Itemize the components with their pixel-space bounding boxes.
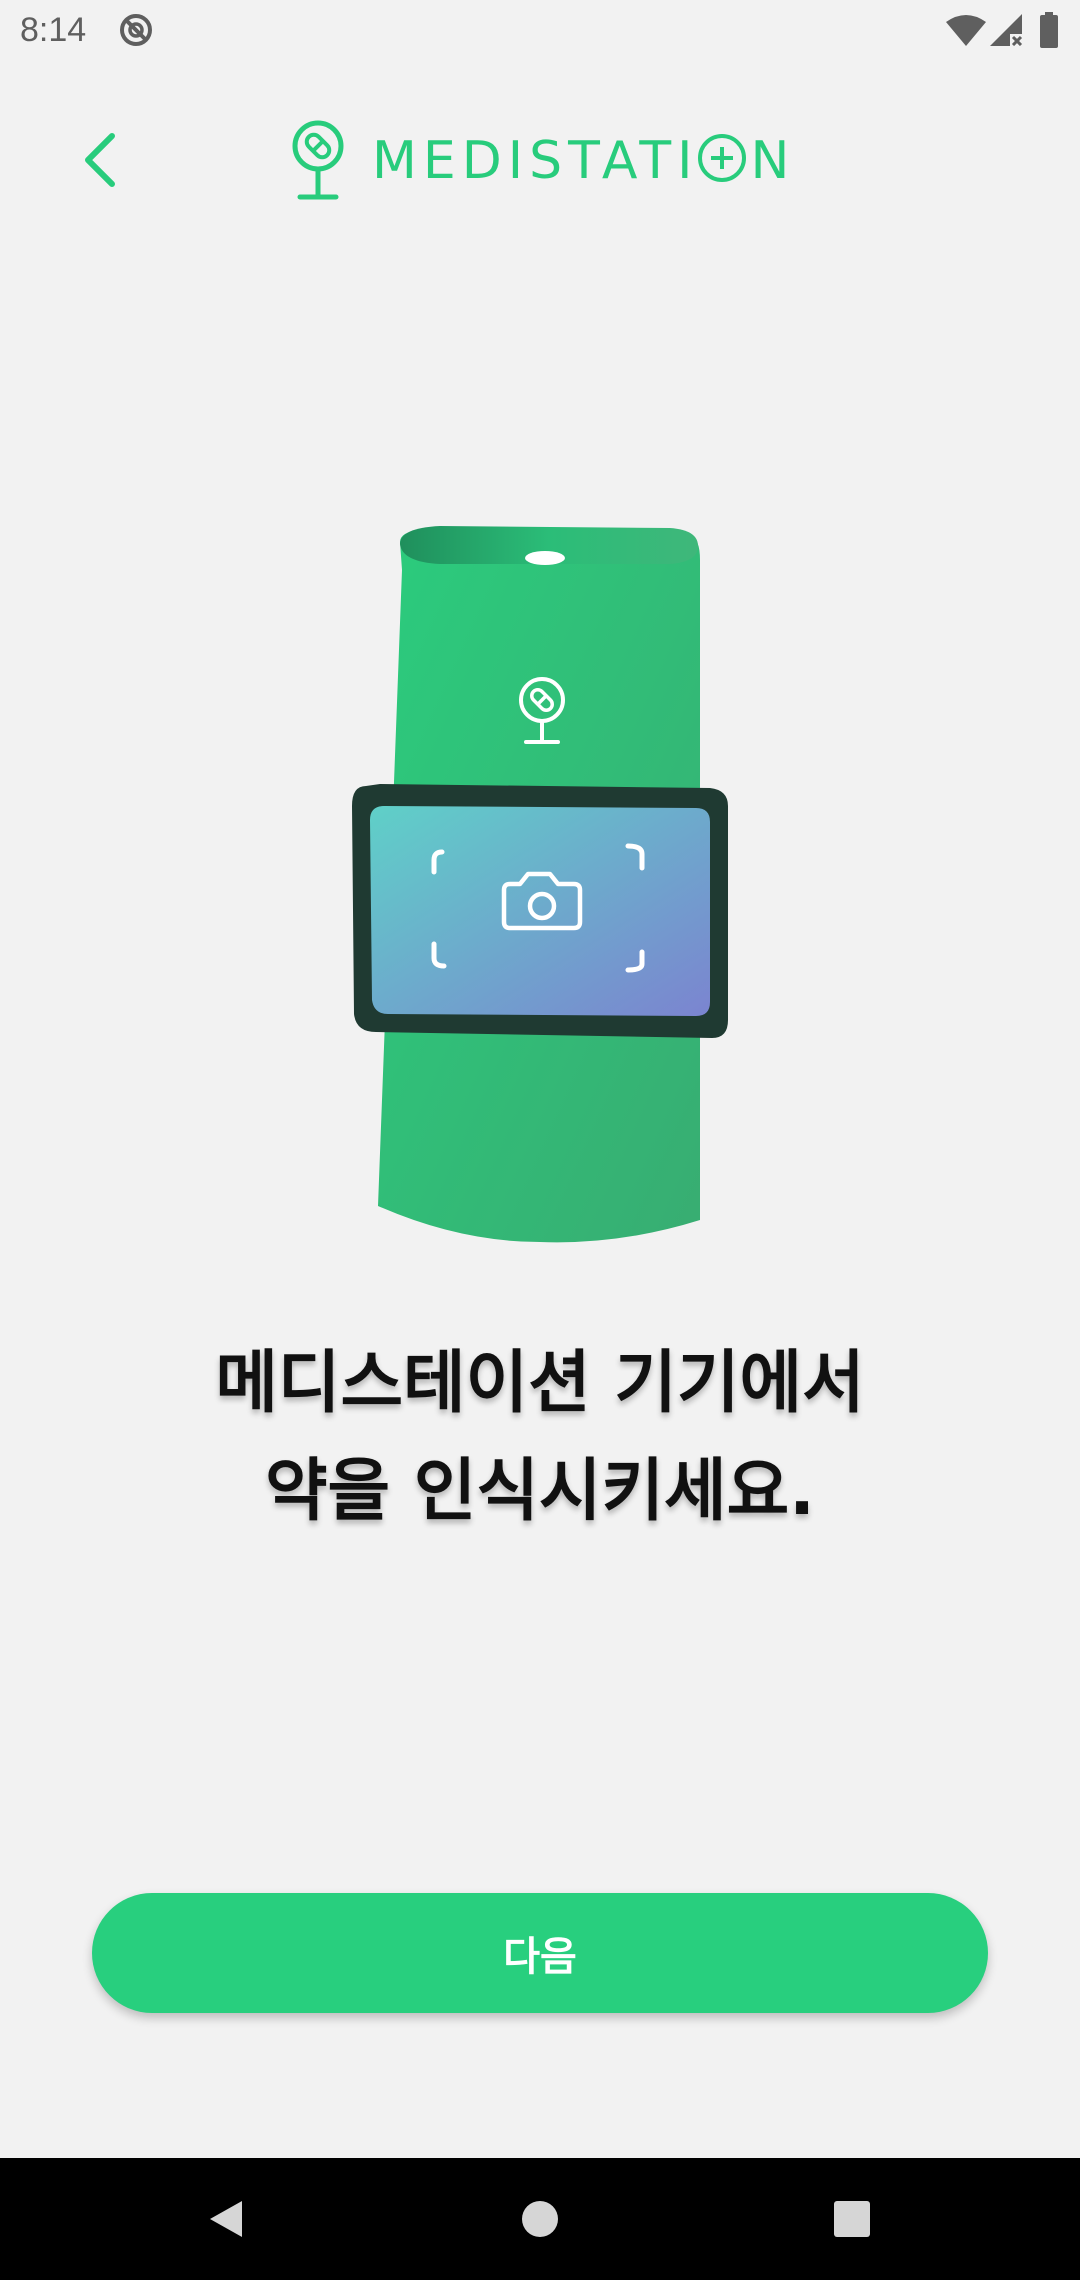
status-bar: 8:14 (0, 0, 1080, 60)
nav-home-button[interactable] (510, 2189, 570, 2249)
nav-back-icon (210, 2201, 242, 2237)
wifi-icon (946, 15, 986, 46)
nav-recents-button[interactable] (822, 2189, 882, 2249)
next-button[interactable]: 다음 (92, 1893, 988, 2013)
do-not-disturb-icon (120, 14, 152, 46)
app-logo: MEDISTATI N (290, 120, 795, 202)
nav-back-button[interactable] (196, 2189, 256, 2249)
signal-no-data-icon (990, 14, 1023, 46)
medistation-device-camera-illustration (352, 526, 728, 1243)
app-header: MEDISTATI N (0, 100, 1080, 220)
chevron-left-icon (85, 133, 115, 187)
nav-home-icon (522, 2201, 558, 2237)
plus-circle-icon (698, 134, 747, 182)
nav-recents-icon (834, 2201, 870, 2237)
status-time: 8:14 (20, 11, 87, 49)
system-navigation-bar (0, 2158, 1080, 2280)
app-logo-text: MEDISTATI N (372, 131, 796, 191)
battery-icon (1040, 12, 1058, 48)
medistation-pin-icon (292, 120, 344, 200)
instruction-line-1: 메디스테이션 기기에서 (215, 1344, 865, 1423)
instruction-line-2: 약을 인식시키세요. (265, 1452, 815, 1531)
back-button[interactable] (60, 120, 140, 200)
instruction-text: 메디스테이션 기기에서 약을 인식시키세요. (0, 1330, 1080, 1546)
